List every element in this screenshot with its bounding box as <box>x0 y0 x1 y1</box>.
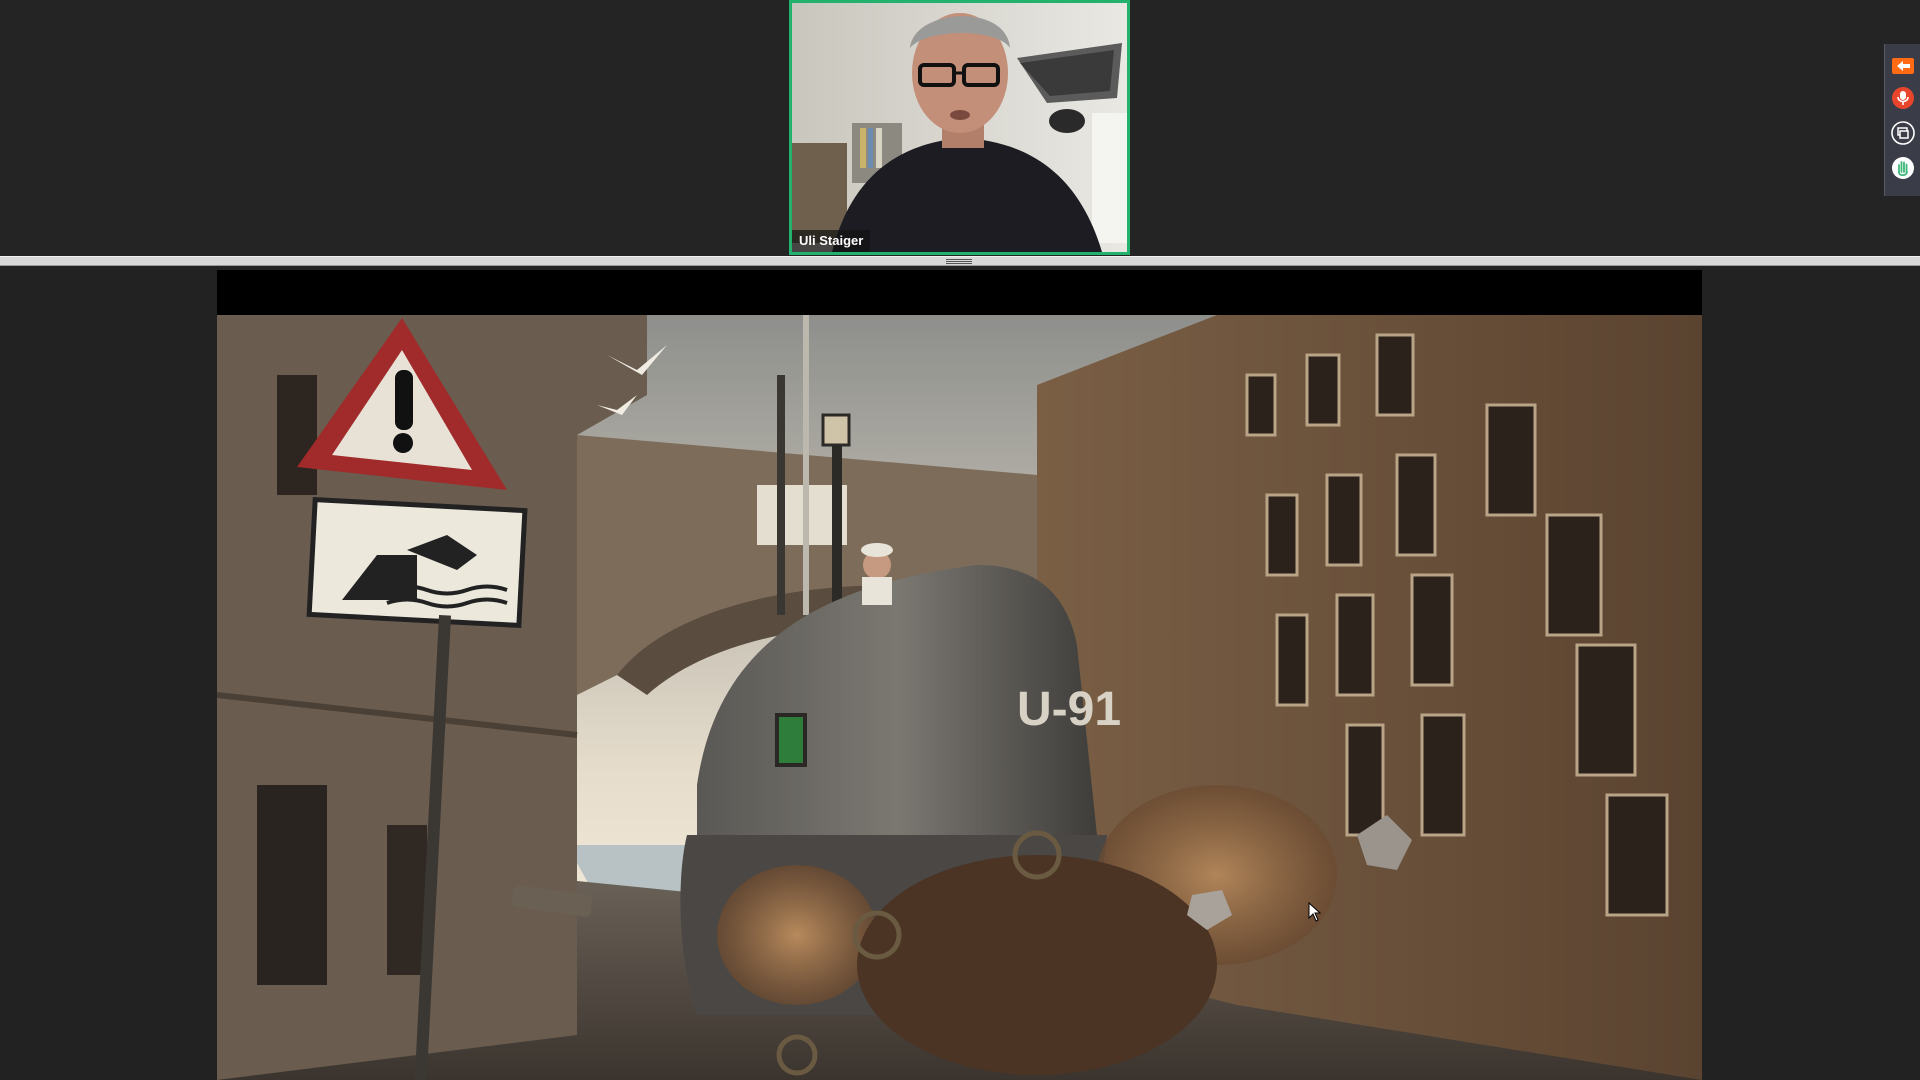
mouse-pointer-icon <box>1308 902 1322 922</box>
participant-name-label: Uli Staiger <box>792 230 871 252</box>
raise-hand-button[interactable] <box>1890 155 1916 181</box>
floating-controls-panel <box>1884 44 1920 196</box>
participant-video <box>792 3 1127 252</box>
resize-grip-icon[interactable] <box>946 258 972 264</box>
shared-artwork-image: U-91 <box>217 315 1702 1080</box>
submarine-street-artwork: U-91 <box>217 315 1702 1080</box>
meeting-window: Uli Staiger U-91 <box>0 0 1920 1080</box>
shared-screen-area: U-91 <box>0 266 1920 1080</box>
mute-button[interactable] <box>1890 85 1916 111</box>
leave-button[interactable] <box>1890 53 1916 79</box>
share-screen-button[interactable] <box>1890 120 1916 146</box>
shared-screen-letterbox <box>217 270 1702 315</box>
video-gallery-strip: Uli Staiger <box>0 0 1920 256</box>
gallery-share-divider[interactable] <box>0 256 1920 266</box>
participant-video-tile[interactable]: Uli Staiger <box>789 0 1130 255</box>
leave-arrow-icon <box>1892 58 1914 74</box>
screen-share-icon <box>1891 121 1915 145</box>
raise-hand-icon <box>1892 157 1914 179</box>
hull-number-text: U-91 <box>1017 683 1121 736</box>
microphone-icon <box>1892 87 1914 109</box>
